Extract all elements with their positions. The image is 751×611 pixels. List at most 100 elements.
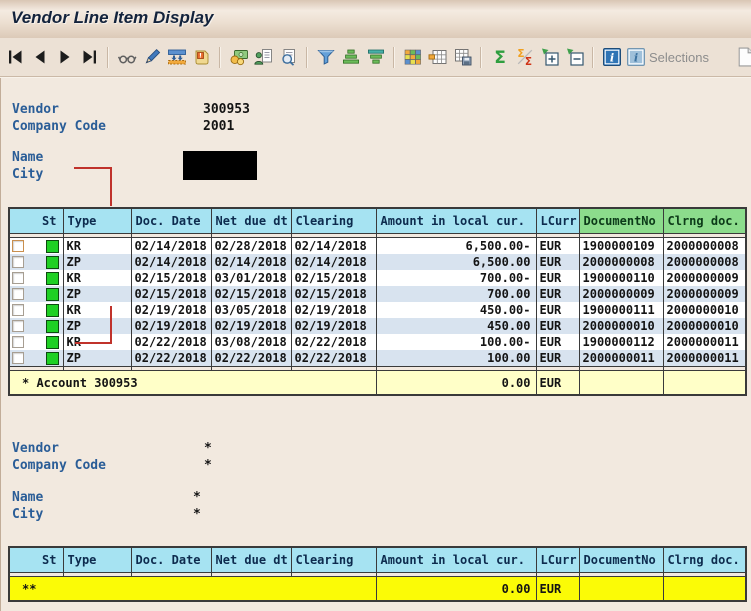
col-header-lcurr[interactable]: LCurr bbox=[536, 547, 579, 573]
previous-record-button[interactable] bbox=[29, 46, 50, 68]
vendor-master-button[interactable] bbox=[253, 46, 274, 68]
col-header-doc-date[interactable]: Doc. Date bbox=[131, 208, 211, 234]
row-select-checkbox[interactable] bbox=[12, 240, 24, 252]
cell-amount[interactable]: 450.00- bbox=[376, 302, 536, 318]
cell-clearing-document[interactable]: 2000000009 bbox=[663, 286, 746, 302]
cell-clearing-document[interactable]: 2000000009 bbox=[663, 270, 746, 286]
first-record-button[interactable] bbox=[4, 46, 25, 68]
cell-document-number[interactable]: 2000000009 bbox=[579, 286, 663, 302]
cell-document-number[interactable]: 1900000111 bbox=[579, 302, 663, 318]
cell-clearing-date[interactable]: 02/14/2018 bbox=[291, 238, 376, 255]
cell-clearing-date[interactable]: 02/19/2018 bbox=[291, 302, 376, 318]
last-record-button[interactable] bbox=[79, 46, 100, 68]
display-document-button[interactable]: ! bbox=[191, 46, 212, 68]
col-header-doc-date[interactable]: Doc. Date bbox=[131, 547, 211, 573]
table-row[interactable]: ZP 02/19/2018 02/19/2018 02/19/2018 450.… bbox=[9, 318, 746, 334]
expand-details-button[interactable] bbox=[539, 46, 560, 68]
cell-document-number[interactable]: 2000000011 bbox=[579, 350, 663, 367]
cell-net-due-date[interactable]: 03/05/2018 bbox=[211, 302, 291, 318]
table-row[interactable]: KR 02/22/2018 03/08/2018 02/22/2018 100.… bbox=[9, 334, 746, 350]
change-layout-button[interactable] bbox=[166, 46, 187, 68]
table-row[interactable]: KR 02/15/2018 03/01/2018 02/15/2018 700.… bbox=[9, 270, 746, 286]
cell-doc-date[interactable]: 02/15/2018 bbox=[131, 286, 211, 302]
cell-clearing-date[interactable]: 02/15/2018 bbox=[291, 270, 376, 286]
cell-currency[interactable]: EUR bbox=[536, 254, 579, 270]
col-header-status[interactable]: St bbox=[9, 547, 63, 573]
col-header-documentno[interactable]: DocumentNo bbox=[579, 208, 663, 234]
cell-currency[interactable]: EUR bbox=[536, 286, 579, 302]
cell-currency[interactable]: EUR bbox=[536, 334, 579, 350]
table-row[interactable]: ZP 02/14/2018 02/14/2018 02/14/2018 6,50… bbox=[9, 254, 746, 270]
cell-document-number[interactable]: 2000000008 bbox=[579, 254, 663, 270]
col-header-amount[interactable]: Amount in local cur. bbox=[376, 208, 536, 234]
col-header-net-due[interactable]: Net due dt bbox=[211, 208, 291, 234]
cell-amount[interactable]: 100.00- bbox=[376, 334, 536, 350]
row-select-checkbox[interactable] bbox=[12, 336, 24, 348]
table-row[interactable]: ZP 02/22/2018 02/22/2018 02/22/2018 100.… bbox=[9, 350, 746, 367]
col-header-clrng-doc[interactable]: Clrng doc. bbox=[663, 547, 746, 573]
cell-net-due-date[interactable]: 02/19/2018 bbox=[211, 318, 291, 334]
cell-currency[interactable]: EUR bbox=[536, 238, 579, 255]
cell-clearing-document[interactable]: 2000000010 bbox=[663, 318, 746, 334]
document-search-button[interactable] bbox=[278, 46, 299, 68]
cell-doc-date[interactable]: 02/15/2018 bbox=[131, 270, 211, 286]
cell-document-number[interactable]: 1900000109 bbox=[579, 238, 663, 255]
row-select-checkbox[interactable] bbox=[12, 256, 24, 268]
cell-currency[interactable]: EUR bbox=[536, 318, 579, 334]
row-select-checkbox[interactable] bbox=[12, 288, 24, 300]
change-button[interactable] bbox=[141, 46, 162, 68]
cell-doc-date[interactable]: 02/19/2018 bbox=[131, 318, 211, 334]
next-record-button[interactable] bbox=[54, 46, 75, 68]
cell-amount[interactable]: 450.00 bbox=[376, 318, 536, 334]
col-header-amount[interactable]: Amount in local cur. bbox=[376, 547, 536, 573]
cell-doc-type[interactable]: ZP bbox=[63, 318, 131, 334]
table-row[interactable]: KR 02/14/2018 02/28/2018 02/14/2018 6,50… bbox=[9, 238, 746, 255]
cell-doc-type[interactable]: KR bbox=[63, 302, 131, 318]
col-header-status[interactable]: St bbox=[9, 208, 63, 234]
grid-layout-button[interactable] bbox=[402, 46, 423, 68]
cell-net-due-date[interactable]: 02/15/2018 bbox=[211, 286, 291, 302]
cell-net-due-date[interactable]: 02/14/2018 bbox=[211, 254, 291, 270]
cell-clearing-document[interactable]: 2000000011 bbox=[663, 334, 746, 350]
cell-amount[interactable]: 700.00- bbox=[376, 270, 536, 286]
cell-amount[interactable]: 6,500.00 bbox=[376, 254, 536, 270]
row-select-checkbox[interactable] bbox=[12, 272, 24, 284]
sort-ascending-button[interactable] bbox=[340, 46, 361, 68]
subtotal-button[interactable]: ΣΣ bbox=[514, 46, 535, 68]
cell-doc-type[interactable]: KR bbox=[63, 238, 131, 255]
cell-clearing-document[interactable]: 2000000008 bbox=[663, 254, 746, 270]
cell-document-number[interactable]: 1900000110 bbox=[579, 270, 663, 286]
col-header-clearing[interactable]: Clearing bbox=[291, 208, 376, 234]
cell-currency[interactable]: EUR bbox=[536, 270, 579, 286]
cell-net-due-date[interactable]: 03/01/2018 bbox=[211, 270, 291, 286]
row-select-checkbox[interactable] bbox=[12, 320, 24, 332]
info-button[interactable]: i bbox=[601, 46, 622, 68]
table-row[interactable]: KR 02/19/2018 03/05/2018 02/19/2018 450.… bbox=[9, 302, 746, 318]
total-sum-button[interactable]: Σ bbox=[489, 46, 510, 68]
cell-doc-type[interactable]: KR bbox=[63, 334, 131, 350]
cell-doc-date[interactable]: 02/22/2018 bbox=[131, 334, 211, 350]
insert-column-button[interactable] bbox=[427, 46, 448, 68]
cell-clearing-date[interactable]: 02/14/2018 bbox=[291, 254, 376, 270]
cell-net-due-date[interactable]: 03/08/2018 bbox=[211, 334, 291, 350]
cell-net-due-date[interactable]: 02/22/2018 bbox=[211, 350, 291, 367]
cell-doc-date[interactable]: 02/19/2018 bbox=[131, 302, 211, 318]
cell-clearing-date[interactable]: 02/22/2018 bbox=[291, 350, 376, 367]
table-row[interactable]: ZP 02/15/2018 02/15/2018 02/15/2018 700.… bbox=[9, 286, 746, 302]
sort-descending-button[interactable] bbox=[365, 46, 386, 68]
col-header-net-due[interactable]: Net due dt bbox=[211, 547, 291, 573]
display-balances-button[interactable] bbox=[228, 46, 249, 68]
row-select-checkbox[interactable] bbox=[12, 352, 24, 364]
cell-amount[interactable]: 700.00 bbox=[376, 286, 536, 302]
col-header-clearing[interactable]: Clearing bbox=[291, 547, 376, 573]
cell-currency[interactable]: EUR bbox=[536, 350, 579, 367]
selections-button[interactable]: i Selections bbox=[626, 47, 709, 67]
cell-currency[interactable]: EUR bbox=[536, 302, 579, 318]
col-header-documentno[interactable]: DocumentNo bbox=[579, 547, 663, 573]
display-button[interactable] bbox=[116, 46, 137, 68]
cell-clearing-date[interactable]: 02/19/2018 bbox=[291, 318, 376, 334]
cell-doc-type[interactable]: ZP bbox=[63, 254, 131, 270]
cell-doc-type[interactable]: KR bbox=[63, 270, 131, 286]
cell-clearing-document[interactable]: 2000000011 bbox=[663, 350, 746, 367]
cell-doc-date[interactable]: 02/22/2018 bbox=[131, 350, 211, 367]
